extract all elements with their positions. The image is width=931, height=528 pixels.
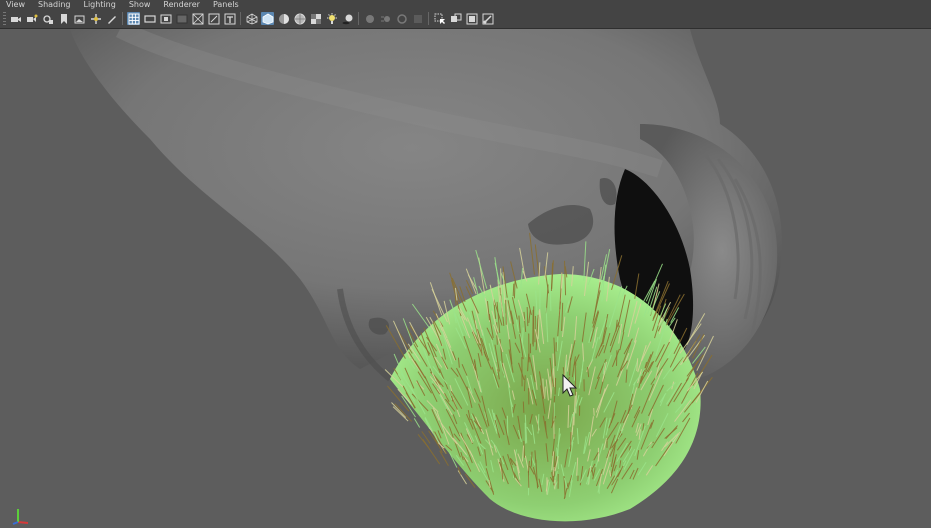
- axis-gizmo: [12, 509, 29, 525]
- film-gate-icon[interactable]: [143, 12, 156, 25]
- toolbar-grip[interactable]: [3, 12, 6, 25]
- field-chart-icon[interactable]: [191, 12, 204, 25]
- toolbar-separator: [240, 12, 241, 25]
- image-plane-icon[interactable]: [73, 12, 86, 25]
- motion-blur-icon[interactable]: [379, 12, 392, 25]
- screen-space-ao-icon[interactable]: [363, 12, 376, 25]
- safe-title-icon[interactable]: [223, 12, 236, 25]
- smooth-shade-icon[interactable]: [261, 12, 274, 25]
- safe-action-icon[interactable]: [207, 12, 220, 25]
- scene-render[interactable]: [0, 29, 931, 528]
- grid-icon[interactable]: [127, 12, 140, 25]
- isolate-select-icon[interactable]: [433, 12, 446, 25]
- wireframe-icon[interactable]: [245, 12, 258, 25]
- menu-panels[interactable]: Panels: [213, 0, 239, 9]
- wireframe-on-shaded-icon[interactable]: [293, 12, 306, 25]
- shadows-icon[interactable]: [341, 12, 354, 25]
- camera-icon[interactable]: [9, 12, 22, 25]
- toolbar-separator: [122, 12, 123, 25]
- menu-show[interactable]: Show: [129, 0, 151, 9]
- multisample-aa-icon[interactable]: [395, 12, 408, 25]
- camera-lock-icon[interactable]: [41, 12, 54, 25]
- xray-active-components-icon[interactable]: [465, 12, 478, 25]
- gate-mask-icon[interactable]: [175, 12, 188, 25]
- panel-menu-bar: View Shading Lighting Show Renderer Panels: [0, 0, 931, 9]
- menu-shading[interactable]: Shading: [38, 0, 71, 9]
- axis-z-line: [12, 521, 19, 525]
- xray-joints-icon[interactable]: [481, 12, 494, 25]
- bookmark-icon[interactable]: [57, 12, 70, 25]
- toolbar-separator: [358, 12, 359, 25]
- viewport-3d[interactable]: [0, 29, 931, 528]
- toolbar-separator: [428, 12, 429, 25]
- grease-pencil-icon[interactable]: [105, 12, 118, 25]
- menu-renderer[interactable]: Renderer: [163, 0, 200, 9]
- camera-attributes-icon[interactable]: [25, 12, 38, 25]
- depth-of-field-icon[interactable]: [411, 12, 424, 25]
- panel-toolbar: [0, 9, 931, 29]
- menu-lighting[interactable]: Lighting: [83, 0, 115, 9]
- menu-view[interactable]: View: [6, 0, 25, 9]
- axis-x-line: [17, 521, 29, 524]
- two-d-pan-zoom-icon[interactable]: [89, 12, 102, 25]
- resolution-gate-icon[interactable]: [159, 12, 172, 25]
- xray-icon[interactable]: [449, 12, 462, 25]
- textured-icon[interactable]: [309, 12, 322, 25]
- use-all-lights-icon[interactable]: [325, 12, 338, 25]
- default-material-icon[interactable]: [277, 12, 290, 25]
